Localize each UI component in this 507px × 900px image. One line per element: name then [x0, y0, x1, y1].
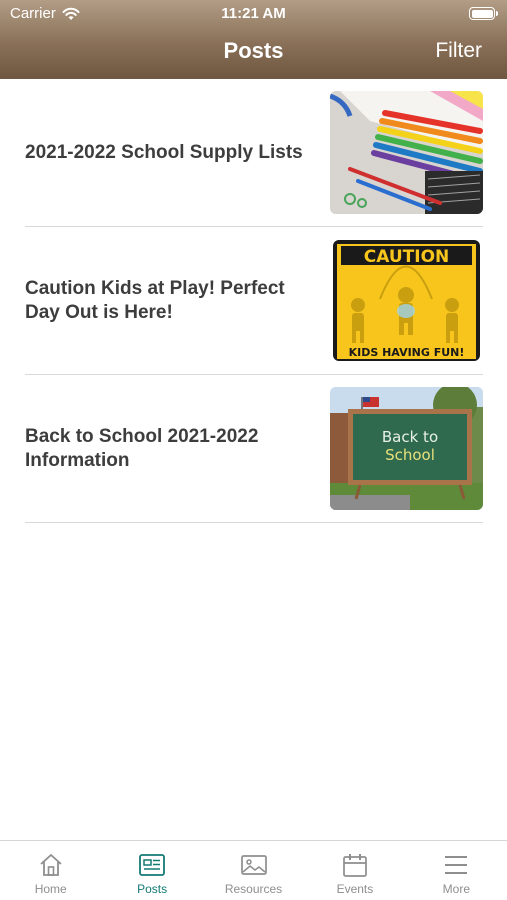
post-item[interactable]: Caution Kids at Play! Perfect Day Out is… — [25, 227, 483, 375]
post-title: Caution Kids at Play! Perfect Day Out is… — [25, 277, 285, 323]
tab-events[interactable]: Events — [304, 841, 405, 900]
tab-resources[interactable]: Resources — [203, 841, 304, 900]
filter-button[interactable]: Filter — [435, 39, 482, 63]
tab-more[interactable]: More — [406, 841, 507, 900]
home-icon — [40, 854, 62, 876]
tab-label: Home — [34, 882, 67, 896]
caution-caption: KIDS HAVING FUN! — [349, 346, 465, 359]
tab-label: Posts — [137, 882, 168, 896]
post-item[interactable]: 2021-2022 School Supply Lists — [25, 79, 483, 227]
page-title: Posts — [223, 38, 284, 63]
school-supplies-image — [330, 91, 483, 214]
tab-home[interactable]: Home — [0, 841, 101, 900]
posts-icon — [139, 854, 166, 876]
chalkboard-line-2: School — [385, 446, 435, 464]
tab-posts[interactable]: Posts — [101, 841, 202, 900]
tab-bar: Home Posts Resources Events More — [0, 840, 507, 900]
clock: 11:21 AM — [221, 5, 286, 22]
battery-icon — [469, 7, 498, 20]
navigation-header: Carrier 11:21 AM Posts Filter — [0, 0, 507, 79]
tab-label: Resources — [224, 882, 283, 896]
calendar-icon — [343, 854, 367, 877]
status-bar: Carrier 11:21 AM — [0, 0, 507, 28]
menu-icon — [445, 856, 468, 874]
posts-list: 2021-2022 School Supply Lists Caution Ki… — [25, 79, 483, 523]
post-item[interactable]: Back to School 2021-2022 Information Bac… — [25, 375, 483, 523]
chalkboard-line-1: Back to — [382, 428, 438, 446]
caution-heading: CAUTION — [364, 247, 450, 267]
tab-label: More — [442, 882, 470, 896]
chalkboard-image: Back to School — [330, 387, 483, 510]
caution-sign-image: CAUTION KIDS HAVING FUN! — [330, 239, 483, 362]
post-title: 2021-2022 School Supply Lists — [25, 141, 303, 163]
post-title: Back to School 2021-2022 Information — [25, 425, 259, 471]
image-icon — [240, 855, 267, 875]
tab-label: Events — [336, 882, 374, 896]
